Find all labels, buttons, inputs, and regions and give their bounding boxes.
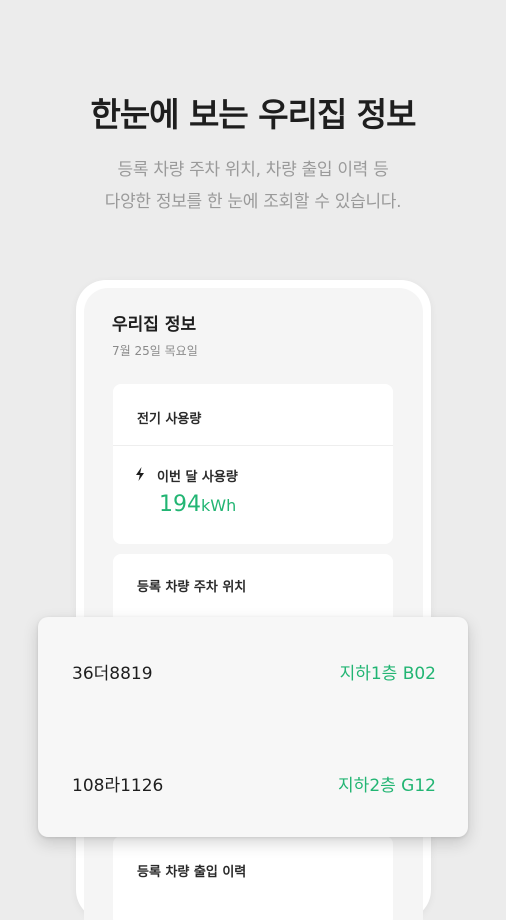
vehicle-plate: 36더8819 xyxy=(72,664,153,684)
subtext: 등록 차량 주차 위치, 차량 출입 이력 등 다양한 정보를 한 눈에 조회할… xyxy=(0,154,506,218)
parking-location-popup: 36더8819 지하1층 B02 108라1126 지하2층 G12 xyxy=(38,617,468,837)
electricity-card-title: 전기 사용량 xyxy=(113,384,393,446)
vehicle-plate: 108라1126 xyxy=(72,776,164,796)
usage-label: 이번 달 사용량 xyxy=(157,470,238,485)
headline: 한눈에 보는 우리집 정보 xyxy=(90,95,416,134)
usage-value: 194kWh xyxy=(159,492,236,517)
vehicle-location: 지하1층 B02 xyxy=(339,664,436,684)
parking-card-title: 등록 차량 주차 위치 xyxy=(137,580,247,595)
subtext-line-2: 다양한 정보를 한 눈에 조회할 수 있습니다. xyxy=(104,192,402,212)
vehicle-row[interactable]: 36더8819 지하1층 B02 xyxy=(72,659,436,689)
vehicle-row[interactable]: 108라1126 지하2층 G12 xyxy=(72,771,436,801)
entry-history-card-title: 등록 차량 출입 이력 xyxy=(137,865,247,880)
usage-number: 194 xyxy=(159,492,201,517)
vehicle-location: 지하2층 G12 xyxy=(338,776,436,796)
screen-title: 우리집 정보 xyxy=(112,315,197,335)
entry-history-card[interactable]: 등록 차량 출입 이력 xyxy=(113,836,393,920)
subtext-line-1: 등록 차량 주차 위치, 차량 출입 이력 등 xyxy=(117,160,389,180)
electricity-card[interactable]: 전기 사용량 이번 달 사용량 194kWh xyxy=(113,384,393,544)
lightning-icon xyxy=(135,467,149,485)
usage-row: 이번 달 사용량 xyxy=(135,466,238,485)
screen-date: 7월 25일 목요일 xyxy=(112,344,198,358)
usage-unit: kWh xyxy=(201,496,237,515)
